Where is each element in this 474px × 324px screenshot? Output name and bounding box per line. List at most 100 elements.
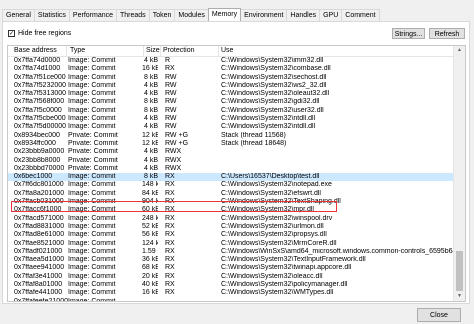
tab-token[interactable]: Token — [148, 9, 176, 21]
tab-environment[interactable]: Environment — [240, 9, 288, 21]
column-divider[interactable] — [160, 46, 161, 56]
table-row[interactable]: 0x23bb8b8000 Private: Commit 4 kB RWX — [8, 157, 455, 165]
cell-type: Image: Commit — [68, 73, 116, 81]
table-rows: 0x7ffa74d0000 Image: Commit 4 kB R C:\Window… — [8, 57, 457, 302]
table-row[interactable]: 0x7ffad8831000Image: Commit 52 kB RX C:\Win… — [8, 223, 455, 231]
tab-general[interactable]: General — [2, 9, 35, 21]
cell-type: Private: Commit — [68, 156, 118, 164]
cell-protection: RW +G — [165, 131, 189, 139]
table-row[interactable]: 0x7ffafe441000 Image: Commit 16 kB RX C:\Win… — [8, 289, 455, 297]
cell-base-address: 0x6bec1000 — [14, 173, 53, 181]
table-row[interactable]: 0x7ffacc6f1000 Image: Commit 60 kB RX C:\Win… — [8, 206, 455, 214]
cell-size: 4 kB — [143, 164, 158, 172]
column-header-base-address[interactable]: Base address — [14, 46, 57, 56]
table-row[interactable]: 0x7ffad8e61000Image: Commit 56 kB RX C:\Win… — [8, 231, 455, 239]
table-row[interactable]: 0x7ffa7f5d00000 Image: Commit 4 kB RW C:\Win… — [8, 123, 455, 131]
table-row[interactable]: 0x8934bec000 Private: Commit 12 kB RW +G Sta… — [8, 132, 455, 140]
strings-button[interactable]: Strings... — [392, 28, 425, 39]
cell-base-address: 0x7ffa74d0000 — [14, 57, 61, 64]
cell-use: C:\Windows\System32\mpr.dll — [221, 206, 314, 214]
cell-type: Image: Commit — [68, 115, 116, 123]
tab-memory[interactable]: Memory — [207, 8, 242, 21]
table-row[interactable]: 0x23bbb9a0000 Private: Commit 4 kB RWX — [8, 148, 455, 156]
vertical-scrollbar[interactable]: ▲ ▼ — [453, 46, 465, 301]
cell-use: C:\Windows\System32\efswrt.dll — [221, 189, 321, 197]
table-row[interactable]: 0x7ffa7f51ce000 Image: Commit 8 kB RW C:\Win… — [8, 74, 455, 82]
tab-modules[interactable]: Modules — [174, 9, 209, 21]
column-header-use[interactable]: Use — [221, 46, 233, 56]
cell-type: Image: Commit — [68, 81, 116, 89]
table-row[interactable]: 0x7ffadf021000 Image: Commit 1.59 MB RX C:\W… — [8, 247, 457, 256]
cell-protection: RX — [165, 181, 175, 189]
cell-type: Image: Commit — [68, 231, 116, 239]
cell-protection: RX — [165, 198, 175, 206]
cell-use: C:\Windows\System32\urlmon.dll — [221, 222, 324, 230]
cell-use: C:\Windows\System32\twinapi.appcore.dll — [221, 264, 352, 272]
table-row[interactable]: 0x7ffaee941000Image: Commit 68 kB RX C:\Win… — [8, 264, 455, 272]
tab-handles[interactable]: Handles — [286, 9, 321, 21]
table-row[interactable]: 0x7ffa74d0000 Image: Commit 4 kB R C:\Window… — [8, 57, 455, 65]
table-row[interactable]: 0x7ffa7f5313000 Image: Commit 4 kB RW C:\Win… — [8, 90, 455, 98]
column-header-protection[interactable]: Protection — [163, 46, 195, 56]
scroll-up-icon[interactable]: ▲ — [454, 46, 465, 55]
cell-type: Image: Commit — [68, 247, 116, 255]
table-row[interactable]: 0x7ffa7f5cbe000 Image: Commit 4 kB RW C:\Win… — [8, 115, 455, 123]
cell-size: 12 kB — [142, 131, 158, 139]
cell-type: Image: Commit — [68, 65, 116, 73]
tab-performance[interactable]: Performance — [68, 9, 117, 21]
cell-type: Image: Commit — [68, 98, 116, 106]
cell-type: Private: Commit — [68, 164, 118, 172]
cell-protection: RX — [165, 289, 175, 297]
refresh-button[interactable]: Refresh — [429, 28, 465, 39]
table-row[interactable]: 0x8934ffc000 Private: Commit 12 kB RW +G Sta… — [8, 140, 455, 148]
memory-table: Base address Type Size Protection Use 0x… — [7, 45, 466, 302]
table-row[interactable]: 0x7ffaf8a01000 Image: Commit 40 kB RX C:\Win… — [8, 281, 455, 289]
table-row[interactable]: 0x7ffacb031000 Image: Commit 904 kB RX C:\Wi… — [8, 198, 455, 206]
table-row[interactable]: 0x6bec1000 Image: Commit 8 kB RX C:\Users\16… — [8, 173, 455, 182]
table-row[interactable]: 0x7ffa7f5232000 Image: Commit 4 kB RW C:\Win… — [8, 82, 455, 90]
tab-gpu[interactable]: GPU — [319, 9, 343, 21]
column-divider[interactable] — [218, 46, 219, 56]
cell-base-address: 0x7ffa7f568f000 — [14, 98, 65, 106]
cell-protection: RX — [165, 256, 175, 264]
table-row[interactable]: 0x23bbbd70000 Private: Commit 4 kB RWX — [8, 165, 455, 173]
table-row[interactable]: 0x7ffaea5d1000Image: Commit 36 kB RX C:\Win… — [8, 256, 455, 264]
cell-use: C:\Users\16537\Desktop\test.dll — [221, 173, 320, 181]
cell-size: 36 kB — [142, 256, 158, 264]
column-divider[interactable] — [66, 46, 67, 56]
cell-size: 68 kB — [142, 264, 158, 272]
scrollbar-thumb[interactable] — [456, 251, 463, 291]
close-button[interactable]: Close — [417, 308, 461, 322]
cell-type: Image: Commit — [68, 90, 116, 98]
cell-protection: RW — [165, 90, 177, 98]
cell-use: C:\Windows\System32\ntdll.dll — [221, 115, 316, 123]
scroll-down-icon[interactable]: ▼ — [454, 292, 465, 301]
cell-protection: RX — [165, 247, 175, 255]
table-row[interactable]: 0x7ffafeefe21000 Image: Commit — [8, 297, 455, 302]
cell-base-address: 0x7ffa8a201000 — [14, 189, 65, 197]
table-row[interactable]: 0x7ff6dc801000 Image: Commit 148 kB RX C:\Wi… — [8, 181, 455, 189]
cell-protection: RW — [165, 115, 177, 123]
cell-type: Image: Commit — [68, 297, 116, 302]
table-row[interactable]: 0x7ffae8521000Image: Commit 124 kB RX C:\Wi… — [8, 240, 455, 248]
column-header-type[interactable]: Type — [70, 46, 85, 56]
cell-size: 1.59 MB — [142, 247, 158, 255]
table-row[interactable]: 0x7ffacd571000 Image: Commit 248 kB RX C:\Wi… — [8, 215, 455, 223]
table-row[interactable]: 0x7ffa8a201000Image: Commit 84 kB RX C:\Win… — [8, 190, 455, 198]
cell-use: C:\Windows\System32\TextInputFramework.d… — [221, 256, 366, 264]
cell-size: 248 kB — [142, 214, 158, 222]
tab-comment[interactable]: Comment — [341, 9, 380, 21]
table-row[interactable]: 0x7ffa7f568f000 Image: Commit 8 kB RW C:\Win… — [8, 98, 455, 106]
column-divider[interactable] — [143, 46, 144, 56]
tab-statistics[interactable]: Statistics — [33, 9, 70, 21]
tab-threads[interactable]: Threads — [116, 9, 150, 21]
column-header-size[interactable]: Size — [146, 46, 160, 56]
cell-base-address: 0x7ffaea5d1000 — [14, 256, 65, 264]
table-row[interactable]: 0x7ffa7f5c0000 Image: Commit 8 kB RW C:\Wind… — [8, 107, 455, 115]
cell-base-address: 0x8934bec000 — [14, 131, 60, 139]
table-row[interactable]: 0x7ffaf3e41000 Image: Commit 20 kB RX C:\Win… — [8, 273, 455, 281]
hide-free-regions-checkbox[interactable]: ✓ — [8, 30, 15, 37]
cell-size: 52 kB — [142, 222, 158, 230]
cell-type: Image: Commit — [68, 106, 116, 114]
table-row[interactable]: 0x7ffa74d1000 Image: Commit 16 kB RX C:\Wind… — [8, 65, 455, 73]
